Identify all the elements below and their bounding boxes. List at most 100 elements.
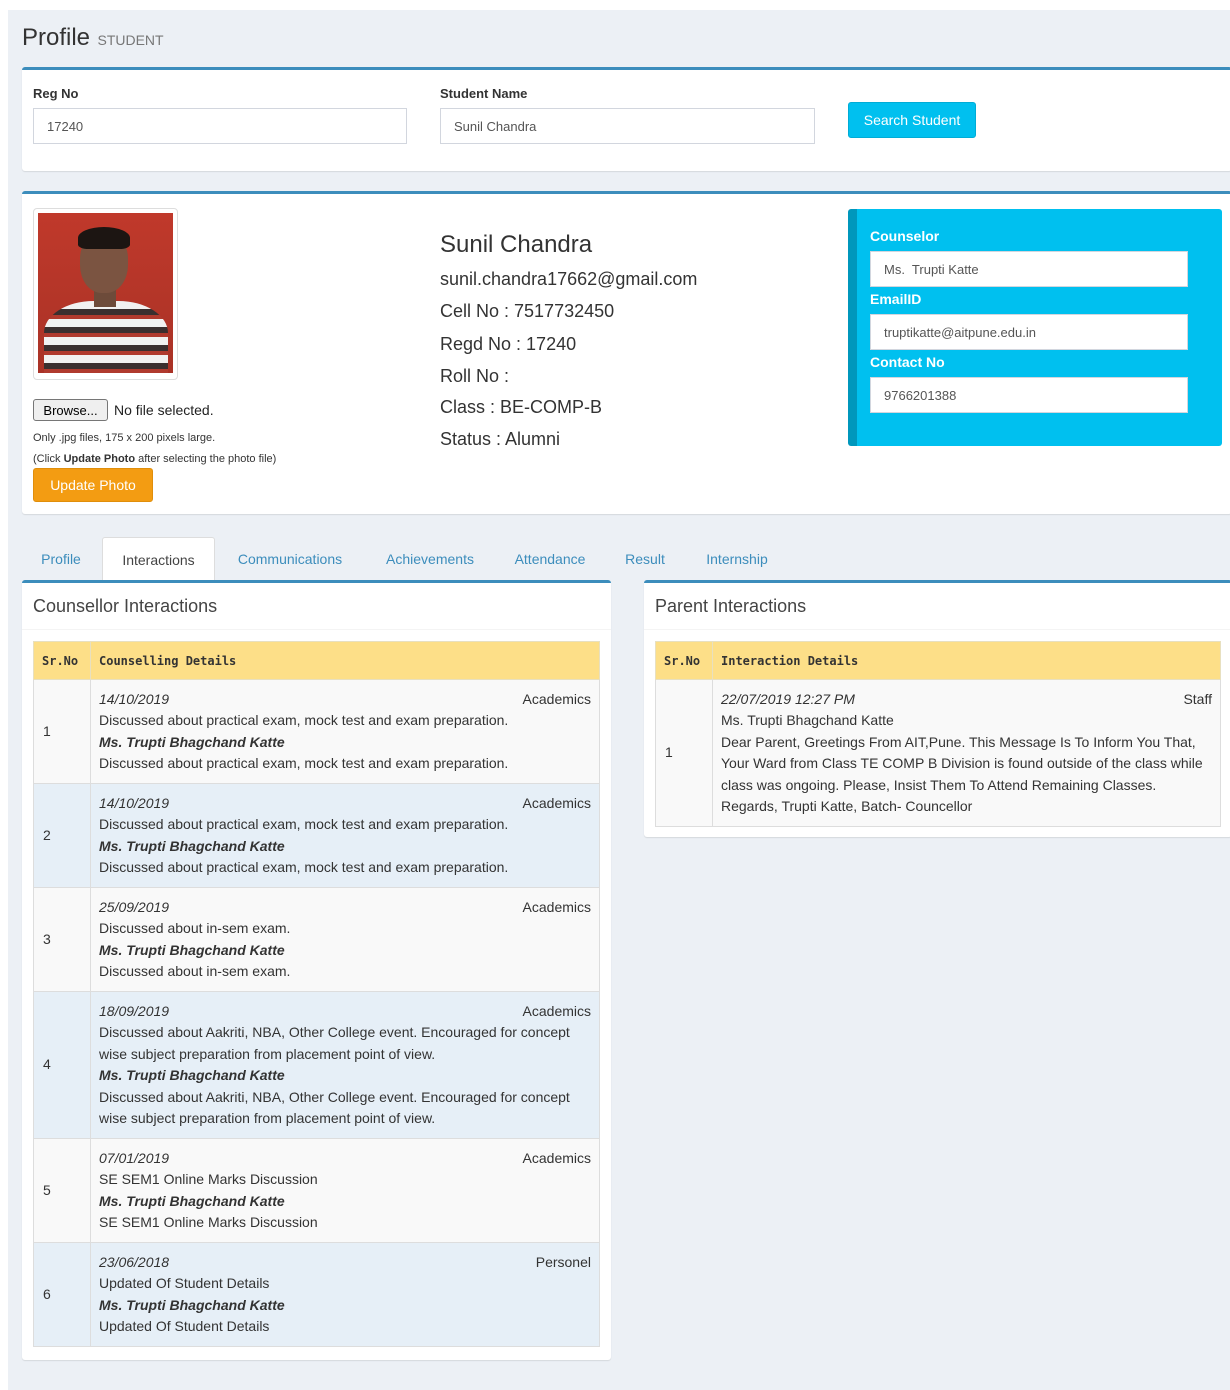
reg-no-input[interactable] <box>33 108 407 144</box>
tab-profile[interactable]: Profile <box>22 537 100 583</box>
interaction-note: Discussed about practical exam, mock tes… <box>99 755 509 771</box>
interaction-note: Updated Of Student Details <box>99 1318 270 1334</box>
counselor-email-label: EmailID <box>870 291 922 307</box>
table-header-row: Sr.No Interaction Details <box>655 641 1221 680</box>
interaction-note: Discussed about Aakriti, NBA, Other Coll… <box>99 1088 570 1127</box>
student-cell: Cell No : 7517732450 <box>440 301 615 321</box>
help-note-pre: (Click <box>33 453 64 465</box>
table-row: 2 14/10/2019 Academics Discussed about pr… <box>33 783 600 888</box>
counsellor-interactions-table: Sr.No Counselling Details 1 14/10/2019 Ac… <box>33 641 600 1347</box>
sr-no-header: Sr.No <box>655 641 713 680</box>
profile-tabs: Profile Interactions Communications Achi… <box>22 537 1230 583</box>
photo-help-text: Only .jpg files, 175 x 200 pixels large. <box>33 432 216 444</box>
tab-achievements[interactable]: Achievements <box>372 537 488 583</box>
interaction-staff: Ms. Trupti Bhagchand Katte <box>721 712 894 728</box>
interaction-details: SE SEM1 Online Marks Discussion <box>99 1171 318 1187</box>
table-row: 4 18/09/2019 Academics Discussed about Aa… <box>33 991 600 1139</box>
counselor-input[interactable] <box>870 251 1188 287</box>
row-header: 14/10/2019 Academics <box>99 793 591 815</box>
interaction-category: Personel <box>535 1253 591 1270</box>
sr-no-cell: 1 <box>33 679 91 784</box>
parent-interactions-panel: Parent Interactions Sr.No Interaction De… <box>644 580 1230 837</box>
profile-box: Browse... No file selected. Only .jpg fi… <box>22 191 1230 514</box>
page-subtitle: STUDENT <box>97 32 164 48</box>
counselor-email-input[interactable] <box>870 314 1188 350</box>
reg-no-label: Reg No <box>33 86 79 101</box>
tab-interactions[interactable]: Interactions <box>102 537 215 583</box>
file-status: No file selected. <box>114 402 214 418</box>
details-cell: 14/10/2019 Academics Discussed about prac… <box>90 783 600 888</box>
page-header: Profile STUDENT <box>22 24 164 54</box>
interaction-date: 23/06/2018 <box>99 1253 170 1270</box>
browse-button[interactable]: Browse... <box>33 399 108 421</box>
interaction-note: Discussed about in-sem exam. <box>99 963 291 979</box>
row-header: 25/09/2019 Academics <box>99 897 591 919</box>
interaction-date: 14/10/2019 <box>99 690 170 707</box>
parent-interactions-title: Parent Interactions <box>655 596 807 616</box>
row-header: 23/06/2018 Personel <box>99 1252 591 1274</box>
interaction-counsellor: Ms. Trupti Bhagchand Katte <box>99 1296 285 1313</box>
details-cell: 25/09/2019 Academics Discussed about in-s… <box>90 887 600 992</box>
interaction-details-header: Interaction Details <box>712 641 1221 680</box>
search-student-button[interactable]: Search Student <box>848 102 976 138</box>
interaction-note: SE SEM1 Online Marks Discussion <box>99 1214 318 1230</box>
details-cell: 23/06/2018 Personel Updated Of Student De… <box>90 1242 600 1347</box>
panel-divider <box>22 629 611 630</box>
table-row: 3 25/09/2019 Academics Discussed about in… <box>33 887 600 992</box>
photo-shirt <box>44 301 168 373</box>
interaction-counsellor: Ms. Trupti Bhagchand Katte <box>99 941 285 958</box>
counselor-contact-input[interactable] <box>870 377 1188 413</box>
tab-internship[interactable]: Internship <box>690 537 784 583</box>
counsellor-interactions-title: Counsellor Interactions <box>33 596 218 616</box>
details-cell: 07/01/2019 Academics SE SEM1 Online Marks… <box>90 1138 600 1243</box>
interaction-date: 25/09/2019 <box>99 898 170 915</box>
counselor-contact-label: Contact No <box>870 354 945 370</box>
interaction-date: 07/01/2019 <box>99 1149 170 1166</box>
tab-attendance[interactable]: Attendance <box>502 537 598 583</box>
help-note-bold: Update Photo <box>63 453 136 465</box>
interaction-note: Discussed about practical exam, mock tes… <box>99 859 509 875</box>
counsellor-interactions-panel: Counsellor Interactions Sr.No Counsellin… <box>22 580 611 1360</box>
update-photo-button[interactable]: Update Photo <box>33 468 153 502</box>
interaction-category: Academics <box>522 690 591 707</box>
sr-no-cell: 6 <box>33 1242 91 1347</box>
interaction-category: Academics <box>522 1149 591 1166</box>
search-box: Reg No Student Name Search Student <box>22 67 1230 171</box>
interaction-details: Discussed about Aakriti, NBA, Other Coll… <box>99 1024 570 1062</box>
sr-no-cell: 5 <box>33 1138 91 1243</box>
student-regd-no: Regd No : 17240 <box>440 334 577 354</box>
student-name-label: Student Name <box>440 86 528 101</box>
photo-hair <box>78 227 130 249</box>
interaction-message: Dear Parent, Greetings From AIT,Pune. Th… <box>721 733 1203 815</box>
row-header: 22/07/2019 12:27 PM Staff <box>721 689 1212 711</box>
parent-interactions-table: Sr.No Interaction Details 1 22/07/2019 1… <box>655 641 1221 827</box>
tab-communications[interactable]: Communications <box>224 537 356 583</box>
student-name-input[interactable] <box>440 108 815 144</box>
content-wrapper: Profile STUDENT Reg No Student Name Sear… <box>8 10 1230 1390</box>
counselor-label: Counselor <box>870 228 940 244</box>
interaction-category: Staff <box>1183 690 1212 707</box>
counselor-panel: Counselor EmailID Contact No <box>848 209 1222 446</box>
student-status: Status : Alumni <box>440 429 561 449</box>
interaction-category: Academics <box>522 898 591 915</box>
interaction-category: Academics <box>522 1002 591 1019</box>
help-note-post: after selecting the photo file) <box>135 453 277 465</box>
details-cell: 14/10/2019 Academics Discussed about prac… <box>90 679 600 784</box>
student-class: Class : BE-COMP-B <box>440 397 603 417</box>
row-header: 07/01/2019 Academics <box>99 1148 591 1170</box>
table-header-row: Sr.No Counselling Details <box>33 641 600 680</box>
interaction-counsellor: Ms. Trupti Bhagchand Katte <box>99 1192 285 1209</box>
photo-help-note: (Click Update Photo after selecting the … <box>33 453 276 465</box>
interaction-details: Discussed about practical exam, mock tes… <box>99 712 509 728</box>
table-row: 5 07/01/2019 Academics SE SEM1 Online Mar… <box>33 1138 600 1243</box>
interaction-details: Updated Of Student Details <box>99 1275 270 1291</box>
interaction-category: Academics <box>522 794 591 811</box>
sr-no-header: Sr.No <box>33 641 91 680</box>
interaction-counsellor: Ms. Trupti Bhagchand Katte <box>99 733 285 750</box>
table-row: 6 23/06/2018 Personel Updated Of Student … <box>33 1242 600 1347</box>
details-cell: 18/09/2019 Academics Discussed about Aakr… <box>90 991 600 1139</box>
student-name: Sunil Chandra <box>440 231 593 258</box>
tab-result[interactable]: Result <box>614 537 676 583</box>
student-email: sunil.chandra17662@gmail.com <box>440 269 698 289</box>
details-cell: 22/07/2019 12:27 PM Staff Ms. Trupti Bhag… <box>712 679 1221 827</box>
